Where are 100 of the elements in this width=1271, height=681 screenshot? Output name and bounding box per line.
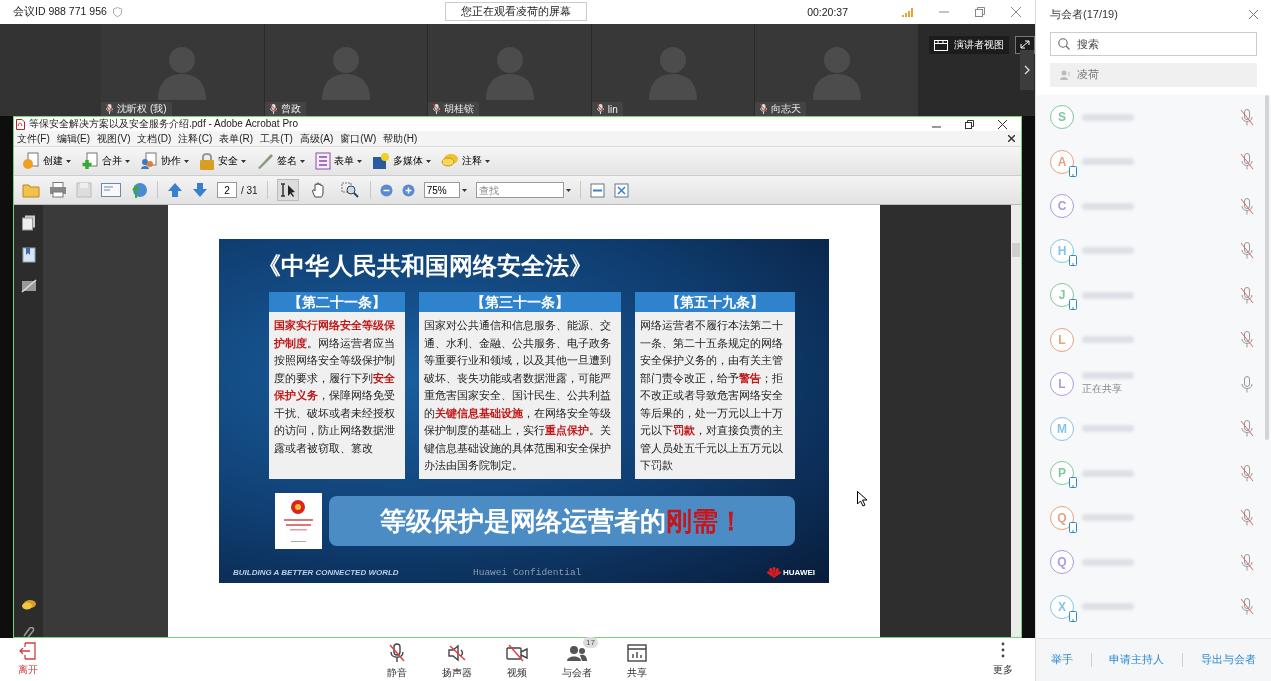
menu-item[interactable]: 文档(D): [137, 131, 172, 146]
elapsed-time: 00:20:37: [807, 6, 848, 18]
leave-button[interactable]: 离开: [18, 642, 38, 677]
count-badge: 17: [583, 637, 598, 648]
document-star-icon: [22, 152, 40, 170]
slide-slogan: BUILDING A BETTER CONNECTED WORLD: [233, 567, 399, 577]
pages-icon[interactable]: [21, 215, 36, 231]
form-icon: [315, 152, 331, 170]
menu-item[interactable]: 表单(R): [219, 131, 254, 146]
muted-microphone-icon[interactable]: [1240, 509, 1254, 527]
caret-icon[interactable]: [461, 188, 467, 192]
redacted-name: [1082, 558, 1134, 566]
plus-document-icon: [81, 152, 99, 170]
video-tile[interactable]: 曾政: [264, 24, 428, 116]
close-icon[interactable]: [1008, 135, 1015, 142]
task-button[interactable]: 协作: [138, 150, 191, 172]
fit-width-icon[interactable]: [589, 182, 605, 198]
muted-microphone-icon[interactable]: [1240, 153, 1254, 171]
participant-name: 胡桂镔: [444, 102, 475, 116]
menu-item[interactable]: 注释(C): [178, 131, 213, 146]
task-button[interactable]: 表单: [313, 150, 364, 172]
muted-microphone-icon[interactable]: [1240, 553, 1254, 571]
mic-button[interactable]: 静音: [367, 638, 427, 680]
document-icon[interactable]: [21, 247, 36, 263]
select-tool-button[interactable]: [276, 179, 299, 201]
task-button[interactable]: 安全: [197, 150, 248, 172]
presenter-view-button[interactable]: 演讲者视图: [929, 36, 1009, 54]
close-icon[interactable]: [998, 119, 1007, 129]
chart-screen-icon: [627, 644, 647, 662]
zoom-field[interactable]: 75%: [423, 182, 460, 198]
scrollbar[interactable]: [1265, 95, 1269, 440]
muted-microphone-icon[interactable]: [1240, 598, 1254, 616]
brand-name: HUAWEI: [783, 567, 815, 577]
video-button[interactable]: 视频: [487, 638, 547, 680]
article-heading: 【第二十一条】: [269, 292, 405, 312]
menu-item[interactable]: 文件(F): [17, 131, 50, 146]
speech-bubble-icon[interactable]: [20, 599, 37, 611]
presenter-row[interactable]: 凌荷: [1050, 63, 1257, 87]
task-button[interactable]: 注释: [439, 150, 492, 172]
panel-title: 与会者(17/19): [1050, 6, 1118, 22]
caret-icon: [66, 159, 71, 163]
muted-microphone-icon[interactable]: [1240, 420, 1254, 438]
video-tile[interactable]: 胡桂镔: [428, 24, 591, 116]
task-button[interactable]: 合并: [79, 150, 132, 172]
globe-icon[interactable]: [130, 181, 148, 199]
up-arrow-icon[interactable]: [167, 182, 183, 198]
panel-action-button[interactable]: 导出与会者: [1201, 653, 1257, 667]
muted-microphone-icon[interactable]: [1240, 108, 1254, 126]
speaker-button[interactable]: 扬声器: [427, 638, 487, 680]
signature-icon[interactable]: [20, 279, 37, 293]
film-icon: [372, 152, 390, 170]
muted-microphone-icon[interactable]: [1240, 242, 1254, 260]
menu-item[interactable]: 工具(T): [260, 131, 293, 146]
fit-page-icon[interactable]: [613, 182, 629, 198]
menu-item[interactable]: 窗口(W): [340, 131, 377, 146]
share-button[interactable]: 共享: [607, 638, 667, 680]
task-button[interactable]: 创建: [20, 150, 73, 172]
person-icon: [1060, 70, 1071, 80]
scrollbar[interactable]: [1011, 205, 1021, 637]
menu-item[interactable]: 高级(A): [299, 131, 334, 146]
muted-microphone-icon[interactable]: [1240, 331, 1254, 349]
avatar: H: [1050, 238, 1074, 263]
muted-microphone-icon[interactable]: [1240, 286, 1254, 304]
envelope-icon[interactable]: [101, 183, 121, 197]
menu-item[interactable]: 编辑(E): [56, 131, 91, 146]
paperclip-icon[interactable]: [22, 627, 35, 637]
panel-action-button[interactable]: 举手: [1050, 653, 1073, 667]
redacted-name: [1082, 291, 1134, 299]
video-tile[interactable]: 沈昕权 (我): [101, 24, 264, 116]
folder-icon[interactable]: [22, 182, 40, 198]
printer-icon[interactable]: [49, 182, 67, 198]
more-button[interactable]: 更多: [993, 642, 1013, 677]
caret-icon: [357, 159, 362, 163]
task-button[interactable]: 签名: [254, 150, 307, 172]
avatar: C: [1050, 194, 1074, 219]
page-number-field[interactable]: 2: [217, 182, 237, 198]
zoom-in-icon[interactable]: [401, 183, 415, 197]
avatar: X: [1050, 594, 1074, 619]
caret-icon[interactable]: [565, 188, 571, 192]
people-icon: [566, 645, 588, 661]
zoom-out-icon[interactable]: [379, 183, 393, 197]
expand-arrow-button[interactable]: [1020, 50, 1034, 90]
viewing-notice: 您正在观看凌荷的屏幕: [445, 2, 587, 21]
video-tile[interactable]: 向志天: [755, 24, 918, 116]
menu-item[interactable]: 帮助(H): [383, 131, 418, 146]
task-button[interactable]: 多媒体: [370, 150, 433, 172]
video-tile[interactable]: lin: [591, 24, 755, 116]
redacted-name: [1082, 372, 1134, 380]
down-arrow-icon[interactable]: [192, 182, 208, 198]
muted-microphone-icon[interactable]: [1240, 464, 1254, 482]
article-text: 国家对公共通信和信息服务、能源、交通、水利、金融、公共服务、电子政务等重要行业和领域，以及其他一旦遭到破坏、丧失功能或者数据泄露，可能严重危害国家安全、国计民生、公共利益的关键信息基础设施，在网络安全等级保护制度的基础上，实行重点保护。关键信息基础设施的具体范围和安全保护办法由国务院制定。: [419, 312, 621, 479]
search-field[interactable]: 搜索: [1050, 32, 1257, 56]
participants-button[interactable]: 17 与会者: [547, 638, 607, 680]
find-field[interactable]: 查找: [475, 182, 564, 198]
redacted-name: [1082, 247, 1134, 255]
menu-item[interactable]: 视图(V): [97, 131, 131, 146]
restore-icon[interactable]: [965, 119, 974, 129]
muted-microphone-icon[interactable]: [1240, 197, 1254, 215]
microphone-icon[interactable]: [1240, 375, 1254, 393]
panel-action-button[interactable]: 申请主持人: [1109, 653, 1165, 667]
